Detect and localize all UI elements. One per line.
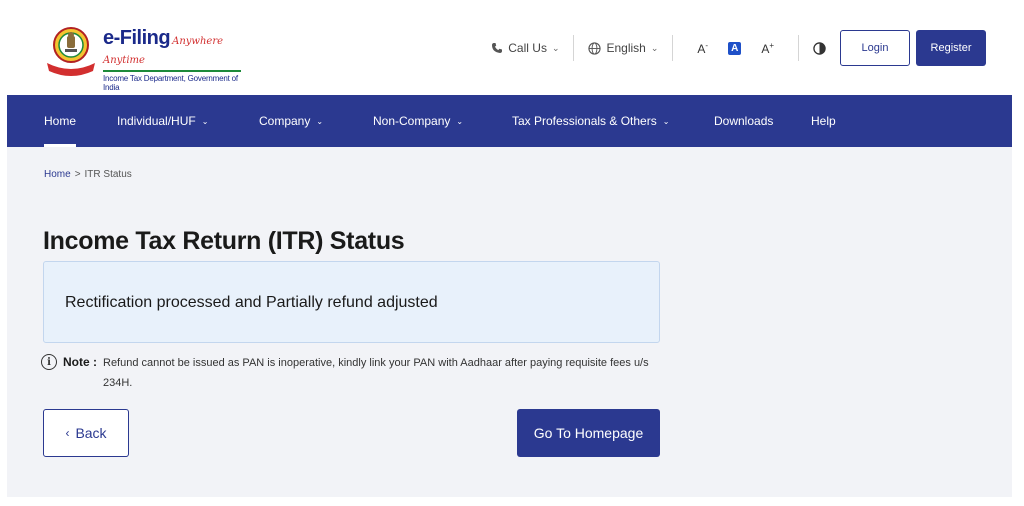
nav-item-non-company[interactable]: Non-Company ⌄: [373, 95, 463, 147]
note-text: Refund cannot be issued as PAN is inoper…: [103, 357, 649, 389]
main-nav: Home Individual/HUF ⌄ Company ⌄ Non-Compan…: [7, 95, 1012, 147]
call-us-dropdown[interactable]: Call Us ⌄: [491, 41, 559, 55]
font-increase-button[interactable]: A+: [761, 41, 774, 56]
nav-item-tax-professionals[interactable]: Tax Professionals & Others ⌄: [512, 95, 669, 147]
nav-label: Tax Professionals & Others: [512, 114, 657, 128]
language-label: English: [606, 41, 646, 55]
back-button[interactable]: ‹ Back: [43, 409, 129, 457]
nav-label: Non-Company: [373, 114, 451, 128]
call-us-label: Call Us: [508, 41, 547, 55]
chevron-down-icon: ⌄: [551, 42, 560, 53]
brand-text: e-Filing Anywhere Anytime Income Tax Depa…: [103, 27, 253, 92]
brand-divider: [103, 70, 241, 72]
nav-item-home[interactable]: Home: [44, 95, 77, 147]
note-label: Note :: [63, 355, 97, 369]
status-message: Rectification processed and Partially re…: [65, 294, 438, 311]
note: i Note : Refund cannot be issued as PAN …: [41, 353, 671, 393]
font-decrease-button[interactable]: A-: [697, 41, 708, 56]
header-divider: [672, 35, 674, 61]
page-frame: e-Filing Anywhere Anytime Income Tax Depa…: [7, 5, 1012, 497]
header-actions: Call Us ⌄ English ⌄ A- A A+ Login Regist…: [491, 30, 986, 66]
register-button[interactable]: Register: [916, 30, 986, 66]
breadcrumb-separator: >: [74, 169, 81, 180]
nav-item-company[interactable]: Company ⌄: [259, 95, 323, 147]
page-title: Income Tax Return (ITR) Status: [43, 227, 405, 255]
breadcrumb: Home > ITR Status: [44, 169, 132, 180]
contrast-icon[interactable]: [813, 41, 826, 55]
nav-label: Home: [44, 114, 77, 128]
main-content: Home > ITR Status Income Tax Return (ITR…: [7, 147, 1012, 497]
chevron-down-icon: ⌄: [650, 42, 659, 53]
nav-label: Downloads: [714, 114, 774, 128]
language-dropdown[interactable]: English ⌄: [588, 41, 658, 55]
header-divider: [798, 35, 799, 61]
chevron-down-icon: ⌄: [662, 116, 670, 126]
nav-label: Company: [259, 114, 311, 128]
chevron-down-icon: ⌄: [456, 116, 464, 126]
globe-icon: [588, 41, 602, 55]
emblem-logo-icon: [47, 27, 95, 76]
header-divider: [573, 35, 575, 61]
chevron-down-icon: ⌄: [201, 116, 209, 126]
status-panel: Rectification processed and Partially re…: [43, 261, 660, 343]
breadcrumb-home[interactable]: Home: [44, 169, 71, 180]
efiling-logo[interactable]: e-Filing Anywhere Anytime Income Tax Depa…: [43, 23, 253, 92]
nav-item-downloads[interactable]: Downloads: [714, 95, 773, 147]
brand-name: e-Filing: [103, 27, 171, 49]
info-icon: i: [41, 354, 57, 370]
nav-item-individual-huf[interactable]: Individual/HUF ⌄: [117, 95, 208, 147]
nav-label: Individual/HUF: [117, 114, 196, 128]
chevron-left-icon: ‹: [65, 426, 70, 440]
go-to-homepage-button[interactable]: Go To Homepage: [517, 409, 660, 457]
nav-item-help[interactable]: Help: [811, 95, 836, 147]
brand-subtitle: Income Tax Department, Government of Ind…: [103, 74, 238, 92]
back-label: Back: [75, 425, 107, 441]
phone-icon: [492, 43, 503, 53]
header: e-Filing Anywhere Anytime Income Tax Depa…: [7, 5, 1012, 95]
login-button[interactable]: Login: [840, 30, 910, 66]
breadcrumb-current: ITR Status: [84, 169, 132, 180]
chevron-down-icon: ⌄: [316, 116, 324, 126]
nav-label: Help: [811, 114, 836, 128]
font-default-button[interactable]: A: [728, 41, 742, 55]
